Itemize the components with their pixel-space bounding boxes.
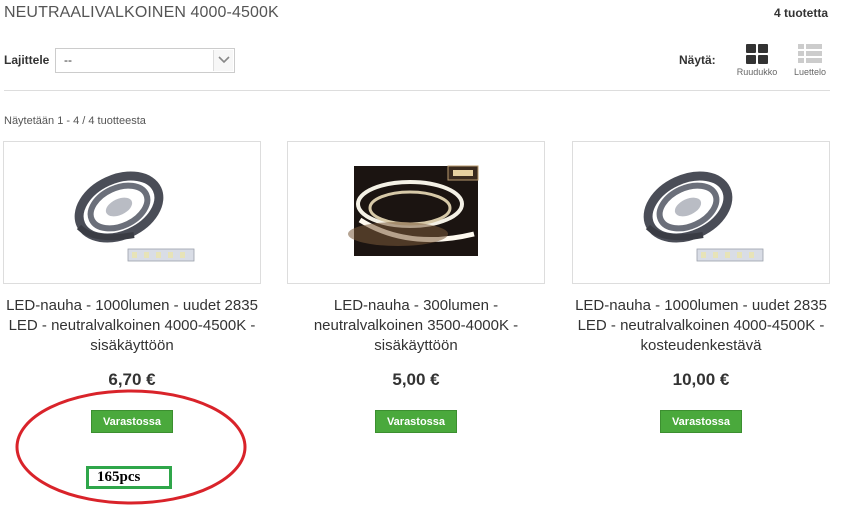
view-list-button[interactable]: Luettelo xyxy=(785,44,835,77)
page-title: NEUTRAALIVALKOINEN 4000-4500K xyxy=(4,4,279,21)
showing-text: Näytetään 1 - 4 / 4 tuotteesta xyxy=(4,115,146,127)
product-image[interactable] xyxy=(572,141,830,284)
stock-badge: Varastossa xyxy=(375,410,457,433)
product-count: 4 tuotetta xyxy=(774,6,828,20)
product-image[interactable] xyxy=(3,141,261,284)
view-list-label: Luettelo xyxy=(793,67,827,77)
product-name[interactable]: LED-nauha - 1000lumen - uudet 2835 LED -… xyxy=(572,296,830,356)
chevron-down-icon xyxy=(213,50,233,71)
product-name[interactable]: LED-nauha - 300lumen - neutralvalkoinen … xyxy=(287,296,545,356)
stock-badge: Varastossa xyxy=(660,410,742,433)
product-card: LED-nauha - 300lumen - neutralvalkoinen … xyxy=(287,141,545,433)
list-icon xyxy=(798,44,822,63)
product-name[interactable]: LED-nauha - 1000lumen - uudet 2835 LED -… xyxy=(3,296,261,356)
product-card: LED-nauha - 1000lumen - uudet 2835 LED -… xyxy=(572,141,830,433)
view-grid-button[interactable]: Ruudukko xyxy=(732,44,782,77)
product-card: LED-nauha - 1000lumen - uudet 2835 LED -… xyxy=(3,141,261,433)
product-price: 5,00 € xyxy=(392,370,440,389)
sort-label: Lajittele xyxy=(4,53,50,67)
product-price: 10,00 € xyxy=(672,370,730,389)
sort-select[interactable]: -- xyxy=(55,48,235,73)
sort-select-value: -- xyxy=(64,53,72,67)
grid-icon xyxy=(746,44,768,64)
product-price: 6,70 € xyxy=(108,370,156,389)
view-label: Näytä: xyxy=(679,53,716,67)
product-image[interactable] xyxy=(287,141,545,284)
divider xyxy=(4,90,830,91)
quantity-annotation: 165pcs xyxy=(86,466,172,489)
stock-badge: Varastossa xyxy=(91,410,173,433)
view-grid-label: Ruudukko xyxy=(736,67,778,77)
